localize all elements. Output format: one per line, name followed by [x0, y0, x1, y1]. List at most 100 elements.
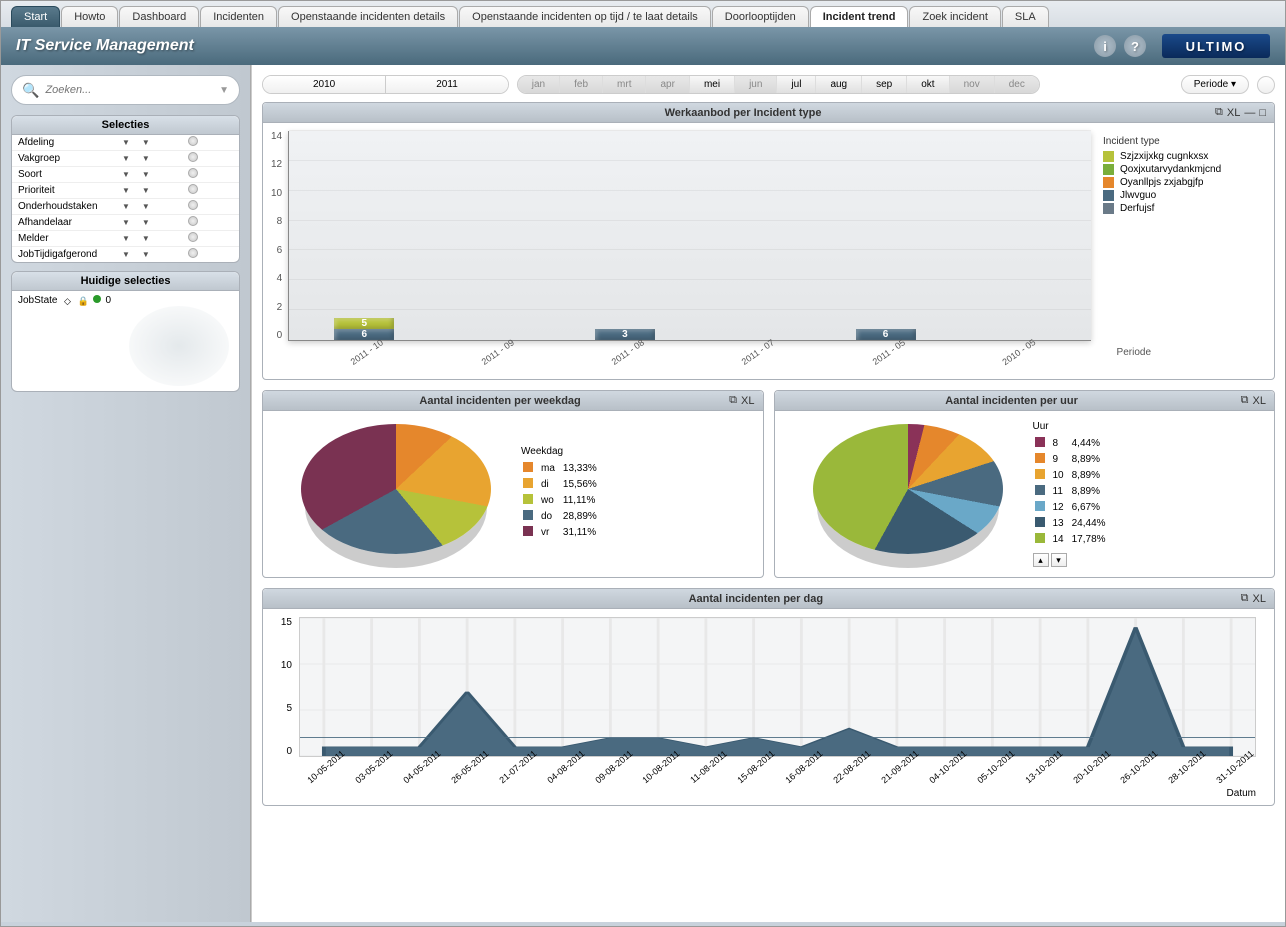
- sel-row-jobtijdigafgerond: JobTijdigafgerond ▼ ▼: [12, 247, 239, 262]
- chevron-down-icon[interactable]: ▼: [118, 138, 134, 147]
- chevron-down-icon[interactable]: ▼: [138, 218, 154, 227]
- legend-row[interactable]: 126,67%: [1035, 501, 1112, 515]
- legend-row[interactable]: wo11,11%: [523, 494, 603, 508]
- chevron-down-icon[interactable]: ▼: [219, 85, 229, 96]
- legend-row[interactable]: di15,56%: [523, 478, 603, 492]
- tab-sla[interactable]: SLA: [1002, 6, 1049, 27]
- xl-button[interactable]: XL: [741, 395, 754, 407]
- info-icon[interactable]: i: [1094, 35, 1116, 57]
- legend-item[interactable]: Jlwvguo: [1103, 190, 1266, 201]
- sel-radio[interactable]: [154, 168, 233, 181]
- chevron-down-icon[interactable]: ▼: [138, 202, 154, 211]
- selecties-panel: Selecties Afdeling ▼ ▼ Vakgroep ▼ ▼ Soor…: [11, 115, 240, 263]
- tab-openstaande-incidenten-op-tijd-te-laat-details[interactable]: Openstaande incidenten op tijd / te laat…: [459, 6, 711, 27]
- chevron-down-icon[interactable]: ▼: [138, 170, 154, 179]
- sel-radio[interactable]: [154, 152, 233, 165]
- tab-dashboard[interactable]: Dashboard: [119, 6, 199, 27]
- legend-row[interactable]: 118,89%: [1035, 485, 1112, 499]
- month-jan[interactable]: jan: [518, 76, 560, 93]
- lock-icon[interactable]: 🔒: [77, 295, 89, 307]
- legend-row[interactable]: 98,89%: [1035, 453, 1112, 467]
- legend-down-button[interactable]: ▾: [1051, 553, 1067, 567]
- detach-icon[interactable]: ⧉: [1241, 394, 1249, 407]
- month-sep[interactable]: sep: [862, 76, 907, 93]
- sel-label: JobTijdigafgerond: [18, 249, 118, 260]
- month-okt[interactable]: okt: [907, 76, 949, 93]
- refresh-button[interactable]: [1257, 76, 1275, 94]
- chevron-down-icon[interactable]: ▼: [138, 250, 154, 259]
- help-icon[interactable]: ?: [1124, 35, 1146, 57]
- chart-werkaanbod: Werkaanbod per Incident type ⧉ XL — □ 14…: [262, 102, 1275, 380]
- tab-openstaande-incidenten-details[interactable]: Openstaande incidenten details: [278, 6, 458, 27]
- month-mei[interactable]: mei: [690, 76, 735, 93]
- chevron-down-icon[interactable]: ▼: [118, 250, 134, 259]
- year-2011[interactable]: 2011: [386, 76, 508, 93]
- month-jul[interactable]: jul: [777, 76, 816, 93]
- sel-label: Vakgroep: [18, 153, 118, 164]
- legend-row[interactable]: do28,89%: [523, 510, 603, 524]
- month-apr[interactable]: apr: [646, 76, 689, 93]
- chart1-title: Werkaanbod per Incident type: [271, 107, 1215, 119]
- xl-button[interactable]: XL: [1227, 107, 1240, 119]
- detach-icon[interactable]: ⧉: [1215, 106, 1223, 119]
- sel-radio[interactable]: [154, 232, 233, 245]
- sel-radio[interactable]: [154, 136, 233, 149]
- detach-icon[interactable]: ⧉: [729, 394, 737, 407]
- legend-row[interactable]: vr31,11%: [523, 526, 603, 540]
- chart2-title: Aantal incidenten per weekdag: [271, 395, 729, 407]
- legend-item[interactable]: Qoxjxutarvydankmjcnd: [1103, 164, 1266, 175]
- month-aug[interactable]: aug: [816, 76, 862, 93]
- tab-zoek-incident[interactable]: Zoek incident: [909, 6, 1000, 27]
- chevron-down-icon[interactable]: ▼: [118, 186, 134, 195]
- sel-radio[interactable]: [154, 216, 233, 229]
- legend-row[interactable]: 1324,44%: [1035, 517, 1112, 531]
- tab-incident-trend[interactable]: Incident trend: [810, 6, 909, 27]
- detach-icon[interactable]: ⧉: [1241, 592, 1249, 605]
- chevron-down-icon[interactable]: ▼: [118, 154, 134, 163]
- huidige-selecties-panel: Huidige selecties JobState ◇ 🔒 0: [11, 271, 240, 392]
- clear-icon[interactable]: ◇: [61, 295, 73, 307]
- line-chart: 151050 10-05-201103-05-201104-05-201126-…: [271, 617, 1266, 797]
- pie-chart-uur: [813, 424, 1003, 554]
- legend-row[interactable]: ma13,33%: [523, 462, 603, 476]
- month-nov[interactable]: nov: [950, 76, 995, 93]
- month-dec[interactable]: dec: [995, 76, 1039, 93]
- tab-start[interactable]: Start: [11, 6, 60, 27]
- tab-howto[interactable]: Howto: [61, 6, 118, 27]
- sel-radio[interactable]: [154, 184, 233, 197]
- search-input[interactable]: [45, 84, 219, 96]
- month-feb[interactable]: feb: [560, 76, 603, 93]
- month-mrt[interactable]: mrt: [603, 76, 646, 93]
- legend-row[interactable]: 1417,78%: [1035, 533, 1112, 547]
- chevron-down-icon[interactable]: ▼: [118, 218, 134, 227]
- chevron-down-icon[interactable]: ▼: [138, 138, 154, 147]
- xl-button[interactable]: XL: [1253, 593, 1266, 605]
- year-2010[interactable]: 2010: [263, 76, 386, 93]
- legend-row[interactable]: 84,44%: [1035, 437, 1112, 451]
- tab-doorlooptijden[interactable]: Doorlooptijden: [712, 6, 809, 27]
- legend-item[interactable]: Oyanllpjs zxjabgjfp: [1103, 177, 1266, 188]
- legend-up-button[interactable]: ▴: [1033, 553, 1049, 567]
- legend-item[interactable]: Szjzxijxkg cugnkxsx: [1103, 151, 1266, 162]
- month-jun[interactable]: jun: [735, 76, 777, 93]
- chevron-down-icon[interactable]: ▼: [138, 234, 154, 243]
- period-dropdown[interactable]: Periode ▾: [1181, 75, 1249, 94]
- chevron-down-icon[interactable]: ▼: [138, 154, 154, 163]
- legend-item[interactable]: Derfujsf: [1103, 203, 1266, 214]
- sel-radio[interactable]: [154, 200, 233, 213]
- search-icon: 🔍: [22, 82, 39, 99]
- legend-row[interactable]: 108,89%: [1035, 469, 1112, 483]
- chevron-down-icon[interactable]: ▼: [118, 234, 134, 243]
- chevron-down-icon[interactable]: ▼: [138, 186, 154, 195]
- bar-chart: 14121086420 6536 2011 - 102011 - 092011 …: [271, 131, 1266, 371]
- chart3-title: Aantal incidenten per uur: [783, 395, 1241, 407]
- xl-button[interactable]: XL: [1253, 395, 1266, 407]
- maximize-icon[interactable]: □: [1259, 107, 1266, 119]
- search-box[interactable]: 🔍 ▼: [11, 75, 240, 105]
- tab-incidenten[interactable]: Incidenten: [200, 6, 277, 27]
- minimize-icon[interactable]: —: [1244, 107, 1255, 119]
- chevron-down-icon[interactable]: ▼: [118, 202, 134, 211]
- sel-radio[interactable]: [154, 248, 233, 261]
- status-dot-icon: [93, 295, 101, 303]
- chevron-down-icon[interactable]: ▼: [118, 170, 134, 179]
